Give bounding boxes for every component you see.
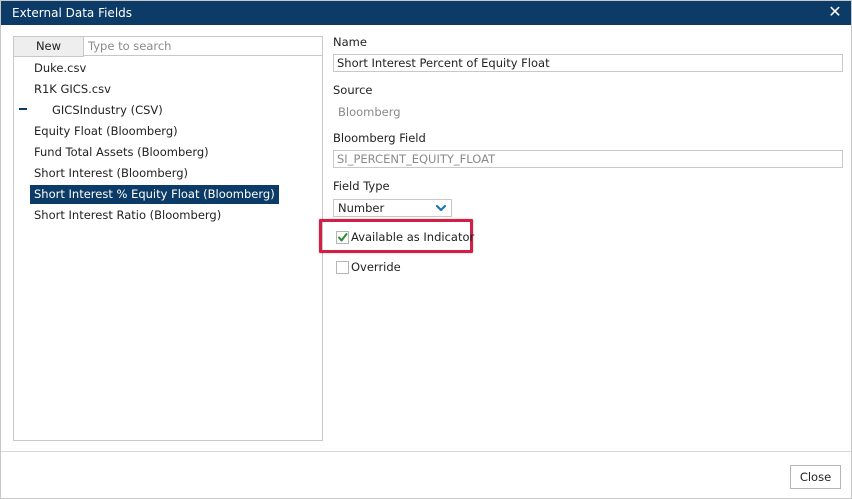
tree-item-r1k-gics[interactable]: R1K GICS.csv [30, 80, 115, 99]
collapse-icon[interactable] [19, 108, 27, 110]
tree-item-short-interest[interactable]: Short Interest (Bloomberg) [30, 164, 192, 183]
override-checkbox[interactable] [336, 261, 349, 274]
tree-item-equity-float[interactable]: Equity Float (Bloomberg) [30, 122, 182, 141]
dialog-title: External Data Fields [12, 6, 133, 20]
source-value: Bloomberg [338, 105, 401, 119]
bloomberg-field-label: Bloomberg Field [333, 131, 426, 145]
tree-item-label: Equity Float (Bloomberg) [34, 124, 178, 138]
source-label: Source [333, 83, 373, 97]
footer-divider [1, 451, 851, 452]
name-field[interactable]: Short Interest Percent of Equity Float [333, 54, 843, 72]
tree-item-label: GICSIndustry (CSV) [52, 103, 163, 117]
tree-item-label: R1K GICS.csv [34, 82, 111, 96]
name-label: Name [333, 35, 367, 49]
tree-item-short-interest-equity-float[interactable]: Short Interest % Equity Float (Bloomberg… [30, 185, 279, 204]
field-list-panel: New Duke.csv R1K GICS.csv GICSIndustry (… [13, 36, 323, 441]
close-icon[interactable]: ✕ [827, 3, 843, 21]
bloomberg-field-input[interactable]: SI_PERCENT_EQUITY_FLOAT [333, 150, 843, 168]
tree-item-short-interest-ratio[interactable]: Short Interest Ratio (Bloomberg) [30, 206, 225, 225]
tree-item-label: Short Interest Ratio (Bloomberg) [34, 208, 222, 222]
tree-item-label: Short Interest % Equity Float (Bloomberg… [34, 187, 275, 201]
tree-item-label: Short Interest (Bloomberg) [34, 166, 189, 180]
field-type-value: Number [338, 201, 385, 215]
external-data-fields-dialog: External Data Fields ✕ New Duke.csv R1K … [0, 0, 852, 499]
search-input[interactable] [84, 37, 322, 56]
field-type-select[interactable]: Number [333, 199, 452, 217]
field-type-label: Field Type [333, 179, 390, 193]
tree-item-duke[interactable]: Duke.csv [30, 59, 90, 78]
chevron-down-icon [435, 204, 447, 212]
close-button[interactable]: Close [790, 465, 841, 489]
override-label: Override [351, 260, 401, 274]
available-as-indicator-checkbox[interactable] [336, 231, 349, 244]
title-bar: External Data Fields ✕ [1, 1, 851, 25]
tree-item-gicsindustry[interactable]: GICSIndustry (CSV) [48, 101, 167, 120]
tree-item-label: Fund Total Assets (Bloomberg) [34, 145, 209, 159]
new-button[interactable]: New [14, 37, 84, 57]
available-as-indicator-label: Available as Indicator [351, 230, 475, 244]
tree-item-fund-total-assets[interactable]: Fund Total Assets (Bloomberg) [30, 143, 213, 162]
check-icon [338, 233, 348, 242]
tree-item-label: Duke.csv [34, 61, 87, 75]
